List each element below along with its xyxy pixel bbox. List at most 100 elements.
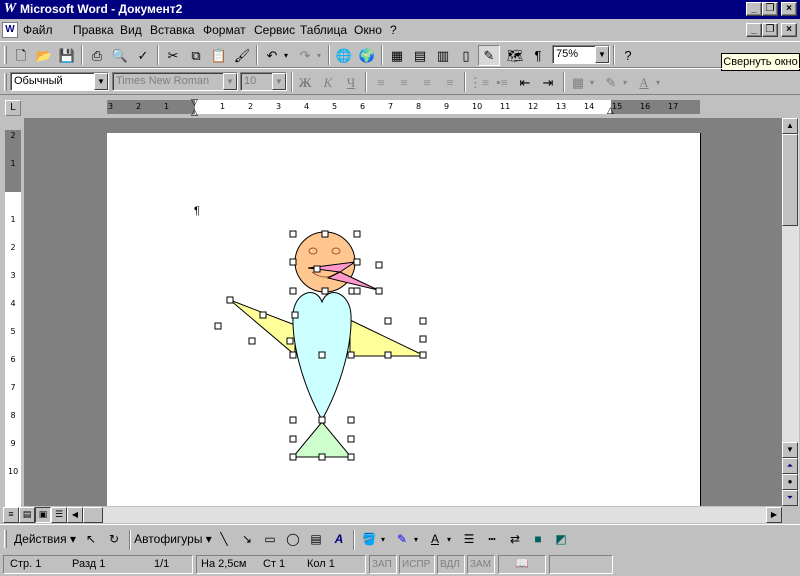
undo-dropdown-icon[interactable]: ▾ — [281, 45, 291, 66]
status-trk[interactable]: ИСПР — [399, 555, 435, 574]
format-painter-icon[interactable]: 🖌 — [231, 45, 253, 66]
close-icon[interactable]: × — [781, 2, 797, 16]
page[interactable] — [107, 133, 701, 506]
web-toolbar-icon[interactable]: 🌍 — [356, 45, 378, 66]
highlight-dropdown-icon[interactable]: ▾ — [620, 72, 630, 93]
menu-insert[interactable]: Вставка — [150, 23, 195, 37]
italic-button[interactable]: К — [317, 72, 339, 93]
redo-dropdown-icon[interactable]: ▾ — [314, 45, 324, 66]
toolbar-grip[interactable] — [4, 46, 7, 64]
oval-tool-icon[interactable]: ◯ — [282, 529, 304, 550]
scroll-up-icon[interactable]: ▲ — [782, 118, 798, 134]
decrease-indent-icon[interactable]: ⇤ — [514, 72, 536, 93]
select-browse-object-icon[interactable]: ● — [782, 474, 798, 490]
font-color-icon[interactable]: A — [424, 529, 446, 550]
scroll-left-icon[interactable]: ◀ — [67, 507, 83, 523]
copy-icon[interactable]: ⧉ — [185, 45, 207, 66]
font-size-select[interactable]: 10 ▼ — [240, 72, 287, 91]
shadow-icon[interactable]: ■ — [527, 529, 549, 550]
vertical-ruler[interactable]: 2 1 1 2 3 4 5 6 7 8 9 10 — [5, 130, 21, 508]
bold-button[interactable]: Ж — [294, 72, 316, 93]
restore-icon[interactable]: ❐ — [762, 2, 778, 16]
dash-style-icon[interactable]: ┅ — [481, 529, 503, 550]
bullets-icon[interactable]: •≡ — [491, 72, 513, 93]
horizontal-scrollbar[interactable]: ◀ ▶ — [67, 507, 782, 523]
horizontal-ruler[interactable]: 3 2 1 1 2 3 4 5 6 7 8 9 10 11 12 13 14 15 16 17 ▽ △ △ — [107, 98, 700, 117]
arrow-tool-icon[interactable]: ↘ — [236, 529, 258, 550]
font-select[interactable]: Times New Roman ▼ — [112, 72, 238, 91]
document-map-icon[interactable]: 🗺 — [504, 45, 526, 66]
vertical-scroll-thumb[interactable] — [782, 134, 798, 226]
next-page-icon[interactable]: ⏷ — [782, 490, 798, 506]
columns-icon[interactable]: ▯ — [455, 45, 477, 66]
line-tool-icon[interactable]: ╲ — [213, 529, 235, 550]
align-right-icon[interactable]: ≡ — [416, 72, 438, 93]
font-color-dropdown-icon[interactable]: ▾ — [444, 529, 454, 550]
borders-dropdown-icon[interactable]: ▾ — [587, 72, 597, 93]
doc-minimize-icon[interactable]: _ — [746, 23, 762, 37]
open-folder-icon[interactable]: 📂 — [33, 45, 55, 66]
wordart-icon[interactable]: A — [328, 529, 350, 550]
normal-view-icon[interactable]: ≡ — [3, 507, 19, 523]
office-assistant-icon[interactable]: ? — [617, 45, 639, 66]
menu-help[interactable]: ? — [390, 23, 397, 37]
toolbar-grip[interactable] — [4, 530, 7, 548]
font-color-icon[interactable]: A — [633, 72, 655, 93]
menu-edit[interactable]: Правка — [73, 23, 114, 37]
minimize-icon[interactable]: _ — [746, 2, 762, 16]
status-ext[interactable]: ВДЛ — [437, 555, 465, 574]
menu-window[interactable]: Окно — [354, 23, 382, 37]
increase-indent-icon[interactable]: ⇥ — [537, 72, 559, 93]
scroll-right-icon[interactable]: ▶ — [766, 507, 782, 523]
menu-file[interactable]: Файл — [23, 23, 53, 37]
chevron-down-icon[interactable]: ▼ — [94, 73, 108, 90]
menu-table[interactable]: Таблица — [300, 23, 347, 37]
horizontal-scroll-thumb[interactable] — [83, 507, 103, 523]
save-icon[interactable]: 💾 — [56, 45, 78, 66]
menu-format[interactable]: Формат — [203, 23, 246, 37]
borders-icon[interactable]: ▦ — [567, 72, 589, 93]
show-hide-pilcrow-icon[interactable]: ¶ — [527, 45, 549, 66]
select-objects-icon[interactable]: ↖ — [80, 529, 102, 550]
menu-tools[interactable]: Сервис — [254, 23, 295, 37]
text-box-icon[interactable]: ▤ — [305, 529, 327, 550]
rectangle-tool-icon[interactable]: ▭ — [259, 529, 281, 550]
right-indent-marker[interactable]: △ — [607, 106, 614, 115]
chevron-down-icon[interactable]: ▼ — [595, 46, 609, 63]
cut-icon[interactable]: ✂ — [162, 45, 184, 66]
zoom-select[interactable]: 75% ▼ — [552, 45, 610, 64]
tables-borders-icon[interactable]: ▦ — [386, 45, 408, 66]
word-w-icon[interactable]: W — [2, 1, 18, 17]
draw-actions-menu[interactable]: Действия ▾ — [12, 529, 78, 550]
doc-restore-icon[interactable]: ❐ — [762, 23, 778, 37]
justify-icon[interactable]: ≡ — [439, 72, 461, 93]
3d-icon[interactable]: ◩ — [550, 529, 572, 550]
print-preview-icon[interactable]: 🔍 — [109, 45, 131, 66]
autoshapes-menu[interactable]: Автофигуры ▾ — [134, 529, 212, 550]
print-icon[interactable]: ⎙ — [86, 45, 108, 66]
highlight-icon[interactable]: ✎ — [600, 72, 622, 93]
chevron-down-icon[interactable]: ▼ — [272, 73, 286, 90]
new-document-icon[interactable]: 🗋 — [10, 45, 32, 66]
status-rec[interactable]: ЗАП — [369, 555, 397, 574]
tab-selector-icon[interactable]: L — [5, 100, 21, 116]
undo-icon[interactable]: ↶ — [261, 45, 283, 66]
previous-page-icon[interactable]: ⏶ — [782, 458, 798, 474]
first-line-indent-marker[interactable]: ▽ — [191, 98, 198, 107]
free-rotate-icon[interactable]: ↻ — [103, 529, 125, 550]
hyperlink-icon[interactable]: 🌐 — [333, 45, 355, 66]
doc-close-icon[interactable]: × — [781, 23, 797, 37]
outline-view-icon[interactable]: ☰ — [51, 507, 67, 523]
scroll-down-icon[interactable]: ▼ — [782, 442, 798, 458]
menu-view[interactable]: Вид — [120, 23, 142, 37]
chevron-down-icon[interactable]: ▼ — [223, 73, 237, 90]
underline-button[interactable]: Ч — [340, 72, 362, 93]
fill-color-icon[interactable]: 🪣 — [358, 529, 380, 550]
arrow-style-icon[interactable]: ⇄ — [504, 529, 526, 550]
align-left-icon[interactable]: ≡ — [370, 72, 392, 93]
paste-icon[interactable]: 📋 — [208, 45, 230, 66]
line-color-icon[interactable]: ✎ — [391, 529, 413, 550]
insert-excel-icon[interactable]: ▥ — [432, 45, 454, 66]
fill-color-dropdown-icon[interactable]: ▾ — [378, 529, 388, 550]
align-center-icon[interactable]: ≡ — [393, 72, 415, 93]
